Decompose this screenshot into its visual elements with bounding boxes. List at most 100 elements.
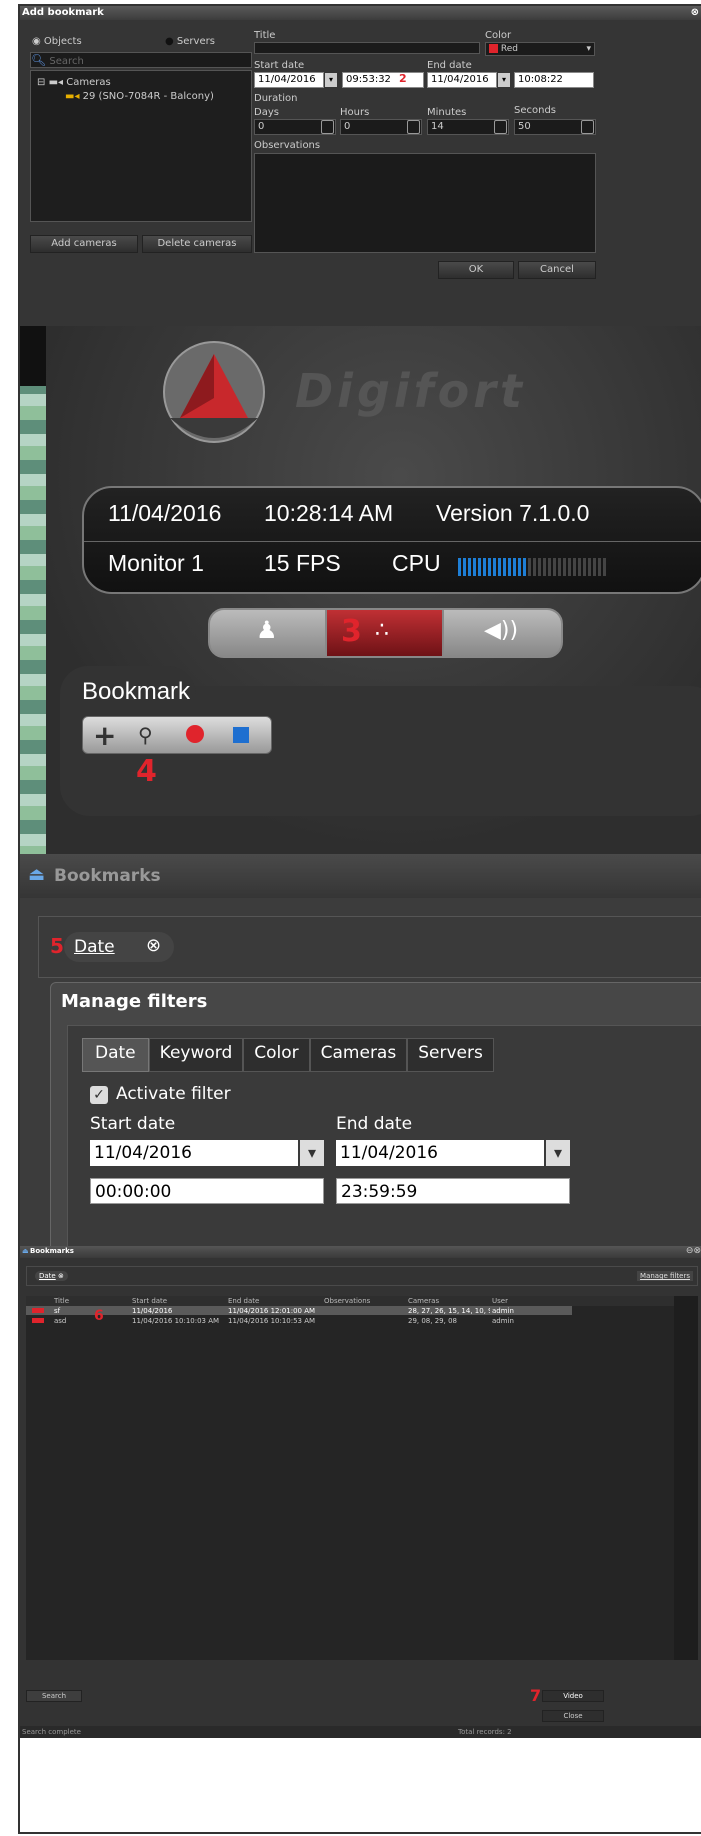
- cancel-button[interactable]: Cancel: [518, 261, 596, 279]
- close-button[interactable]: Close: [542, 1710, 604, 1722]
- add-bookmark-dialog: Add bookmark ⊗ ◉ Objects ● Servers 🔍︎ Se…: [20, 6, 701, 326]
- status-box: 11/04/2016 10:28:14 AM Version 7.1.0.0 M…: [82, 486, 701, 594]
- person-mode-button[interactable]: ♟: [210, 610, 325, 656]
- marker-5: 5: [50, 934, 64, 958]
- end-date-dropdown[interactable]: ▾: [546, 1140, 570, 1166]
- observations-textarea[interactable]: [254, 153, 596, 253]
- activate-filter-checkbox[interactable]: ✓: [90, 1086, 108, 1104]
- color-tag: [32, 1308, 44, 1313]
- list-filter-bar: Date ⊗ Manage filters: [26, 1266, 698, 1286]
- tab-color[interactable]: Color: [243, 1038, 310, 1072]
- stop-icon[interactable]: [233, 727, 249, 743]
- col-title[interactable]: Title: [54, 1297, 69, 1305]
- objects-radio[interactable]: ◉ Objects: [32, 36, 82, 47]
- tree-root[interactable]: ⊟ ▬◂ Cameras: [37, 77, 111, 88]
- days-spinner[interactable]: [321, 120, 334, 134]
- start-date-input[interactable]: 11/04/2016: [90, 1140, 298, 1166]
- filter-tabs: Date Keyword Color Cameras Servers: [82, 1038, 701, 1072]
- start-date-dropdown[interactable]: ▾: [300, 1140, 324, 1166]
- start-date-label: Start date: [90, 1114, 176, 1134]
- tab-servers[interactable]: Servers: [407, 1038, 494, 1072]
- bookmarks-app-icon: ⏏: [28, 864, 46, 885]
- hours-input[interactable]: 0: [340, 119, 422, 135]
- ok-button[interactable]: OK: [438, 261, 514, 279]
- date-filter-chip[interactable]: Date ⊗: [64, 932, 174, 962]
- color-swatch: [489, 44, 498, 53]
- end-time-input[interactable]: 10:08:22: [514, 72, 594, 88]
- camera-icon: ▬◂: [48, 77, 64, 88]
- row-cameras: 28, 27, 26, 15, 14, 10, 9: [408, 1307, 490, 1315]
- audio-mode-button[interactable]: ◀)): [444, 610, 561, 656]
- start-time-input[interactable]: 00:00:00: [90, 1178, 324, 1204]
- table-row[interactable]: sf 11/04/2016 11/04/2016 12:01:00 AM 28,…: [26, 1306, 572, 1315]
- row-title: asd: [54, 1317, 67, 1325]
- manage-filters-button[interactable]: Manage filters: [637, 1271, 693, 1281]
- status-text: Search complete: [22, 1728, 81, 1736]
- bookmarks-filters-panel: ⏏ Bookmarks 5 Date ⊗ Manage filters Date…: [20, 854, 701, 1246]
- end-date-label: End date: [427, 60, 472, 71]
- col-cameras[interactable]: Cameras: [408, 1297, 439, 1305]
- seconds-input[interactable]: 50: [514, 119, 596, 135]
- mode-switcher: ♟ 3 ∴ ◀)): [208, 608, 563, 658]
- window-controls-icon[interactable]: ⊖⊗: [686, 1246, 701, 1256]
- search-input[interactable]: 🔍︎ Search: [30, 52, 252, 68]
- table-scrollbar[interactable]: [674, 1296, 698, 1660]
- list-date-chip[interactable]: Date ⊗: [35, 1271, 68, 1281]
- tree-child-label: 29 (SNO-7084R - Balcony): [82, 91, 214, 102]
- activate-filter-label: Activate filter: [116, 1084, 231, 1104]
- days-input[interactable]: 0: [254, 119, 336, 135]
- monitor-name: Monitor 1: [108, 550, 204, 576]
- cpu-meter: [458, 558, 608, 576]
- marker-2: 2: [399, 72, 407, 85]
- bookmark-toolbar: + ⚲: [82, 716, 272, 754]
- dialog-titlebar: Add bookmark ⊗: [20, 6, 701, 20]
- bookmark-mode-button[interactable]: 3 ∴: [327, 610, 442, 656]
- minutes-input[interactable]: 14: [427, 119, 509, 135]
- total-records: Total records: 2: [458, 1728, 512, 1736]
- color-select[interactable]: Red ▾: [485, 42, 595, 56]
- end-date-input[interactable]: 11/04/2016: [427, 72, 497, 88]
- speaker-icon: ◀)): [484, 618, 519, 643]
- tab-keyword[interactable]: Keyword: [148, 1038, 244, 1072]
- tab-date[interactable]: Date: [82, 1038, 149, 1072]
- minutes-value: 14: [431, 121, 444, 132]
- bookmark-title: Bookmark: [82, 678, 191, 705]
- filter-tabs-container: Date Keyword Color Cameras Servers ✓ Act…: [67, 1025, 701, 1246]
- col-user[interactable]: User: [492, 1297, 508, 1305]
- search-button[interactable]: Search: [26, 1690, 82, 1702]
- remove-chip-icon[interactable]: ⊗: [146, 935, 161, 956]
- seconds-spinner[interactable]: [581, 120, 594, 134]
- search-placeholder: Search: [49, 56, 84, 67]
- add-cameras-button[interactable]: Add cameras: [30, 235, 138, 253]
- title-input[interactable]: [254, 42, 480, 54]
- end-time-input[interactable]: 23:59:59: [336, 1178, 570, 1204]
- table-row[interactable]: asd 11/04/2016 10:10:03 AM 11/04/2016 10…: [26, 1316, 572, 1325]
- monitor-fps: 15 FPS: [264, 550, 341, 576]
- col-observations[interactable]: Observations: [324, 1297, 370, 1305]
- col-start-date[interactable]: Start date: [132, 1297, 167, 1305]
- row-title: sf: [54, 1307, 61, 1315]
- start-time-input[interactable]: 09:53:32 2: [342, 72, 424, 88]
- record-icon[interactable]: [186, 725, 204, 743]
- col-end-date[interactable]: End date: [228, 1297, 259, 1305]
- dots-icon: ∴: [375, 618, 389, 643]
- monitor-version: Version 7.1.0.0: [436, 500, 590, 526]
- close-icon[interactable]: ⊗: [691, 6, 699, 20]
- servers-radio[interactable]: ● Servers: [165, 36, 215, 47]
- start-date-dropdown[interactable]: ▾: [325, 73, 337, 87]
- objects-label: Objects: [43, 36, 82, 47]
- marker-6: 6: [94, 1308, 104, 1324]
- end-date-dropdown[interactable]: ▾: [498, 73, 510, 87]
- manage-filters-dialog: Manage filters Date Keyword Color Camera…: [50, 982, 701, 1246]
- add-bookmark-icon[interactable]: +: [93, 719, 116, 752]
- delete-cameras-button[interactable]: Delete cameras: [142, 235, 252, 253]
- minutes-spinner[interactable]: [494, 120, 507, 134]
- start-date-input[interactable]: 11/04/2016: [254, 72, 324, 88]
- video-button[interactable]: Video: [542, 1690, 604, 1702]
- hours-spinner[interactable]: [407, 120, 420, 134]
- end-date-input[interactable]: 11/04/2016: [336, 1140, 544, 1166]
- search-bookmark-icon[interactable]: ⚲: [138, 723, 153, 747]
- tree-child[interactable]: ▬◂ 29 (SNO-7084R - Balcony): [65, 91, 214, 102]
- minutes-label: Minutes: [427, 107, 467, 118]
- tab-cameras[interactable]: Cameras: [309, 1038, 408, 1072]
